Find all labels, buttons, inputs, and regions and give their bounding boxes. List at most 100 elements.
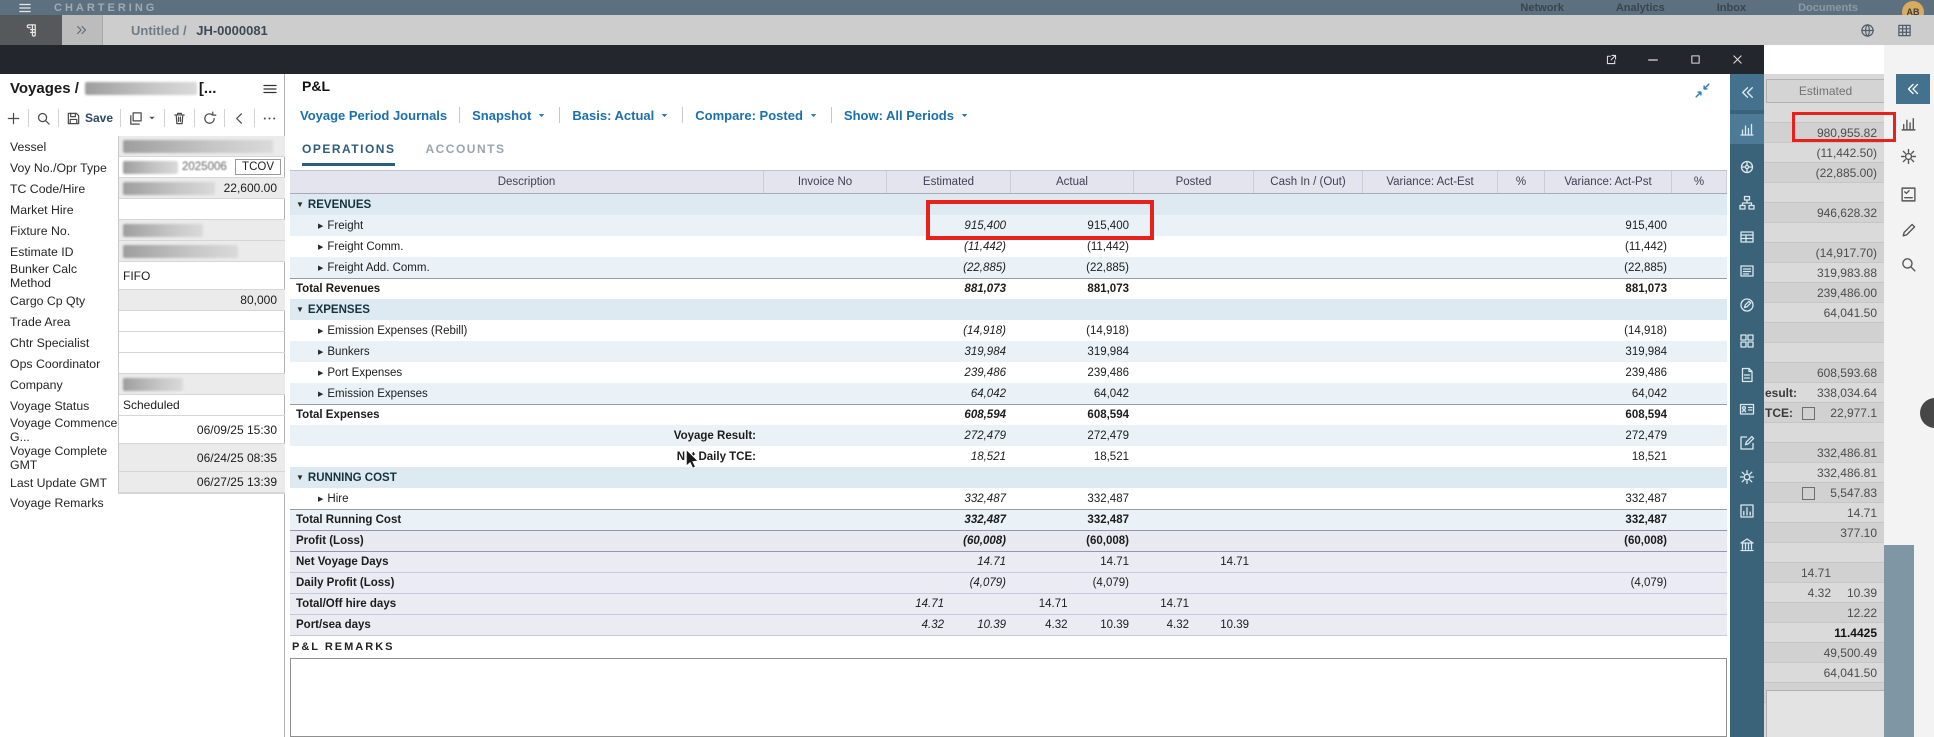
pnl-row-total-off-hire-days[interactable]: Total/Off hire days 14.71 14.71 14.71 [290,594,1727,615]
field-value-ops-coordinator[interactable] [118,353,285,374]
column-header-cash-in-out-[interactable]: Cash In / (Out) [1254,171,1363,193]
pnl-menu-voyage-period-journals[interactable]: Voyage Period Journals [300,108,447,123]
side-remarks-box[interactable] [1766,690,1885,737]
field-value-trade-area[interactable] [118,311,285,332]
expand-arrow-icon[interactable]: ▶ [318,264,323,272]
pnl-row-total-running-cost[interactable]: Total Running Cost 332,487 332,487 332,487 [290,509,1727,530]
expand-arrow-icon[interactable]: ▶ [318,390,323,398]
hamburger-icon[interactable] [18,1,32,15]
expand-tabs-icon[interactable] [62,15,103,45]
pnl-row-port-sea-days[interactable]: Port/sea days 4.32 10.39 4.32 10.39 4.32 10.39 [290,615,1727,636]
dock-edit-icon[interactable] [1730,428,1764,458]
pnl-row-total-expenses[interactable]: Total Expenses 608,594 608,594 608,594 [290,404,1727,425]
column-header-description[interactable]: Description [290,171,764,193]
top-nav-inbox[interactable]: Inbox [1717,2,1746,14]
pnl-menu-compare-posted[interactable]: Compare: Posted [695,108,819,123]
checkbox[interactable] [1802,407,1815,420]
maximize-button[interactable] [1674,45,1716,74]
field-value-fixture-no-[interactable] [118,220,285,241]
popout-button[interactable] [1590,45,1632,74]
field-value-company[interactable] [118,374,285,395]
trash-button[interactable] [172,111,187,126]
panel-menu-icon[interactable] [262,81,278,97]
expand-arrow-icon[interactable]: ▶ [318,327,323,335]
dock-gauge-icon[interactable] [1730,496,1764,526]
rail-search-icon[interactable] [1900,256,1917,273]
rail-gear-icon[interactable] [1900,148,1917,165]
column-header-invoice-no[interactable]: Invoice No [764,171,887,193]
column-header-actual[interactable]: Actual [1011,171,1134,193]
expand-arrow-icon[interactable]: ▶ [318,348,323,356]
refresh-button[interactable] [202,111,217,126]
pnl-row-hire[interactable]: ▶ Hire 332,487 332,487 332,487 [290,488,1727,509]
column-header-estimated[interactable]: Estimated [887,171,1011,193]
dock-gear-icon[interactable] [1730,462,1764,492]
field-value-cargo-cp-qty[interactable]: 80,000 [118,290,285,311]
field-value-last-update-gmt[interactable]: 06/27/25 13:39 [118,472,285,493]
expand-arrow-icon[interactable]: ▶ [318,495,323,503]
chevron-left-button[interactable] [232,111,247,126]
pnl-row-net-voyage-days[interactable]: Net Voyage Days 14.71 14.71 14.71 [290,552,1727,573]
column-header-variance-act-pst[interactable]: Variance: Act-Pst [1545,171,1672,193]
dock-table-icon[interactable] [1730,222,1764,252]
collapse-arrow-icon[interactable]: ▼ [296,200,304,209]
expand-arrow-icon[interactable]: ▶ [318,369,323,377]
dock-id-card-icon[interactable] [1730,394,1764,424]
rail-chart-icon[interactable] [1900,115,1917,132]
dock-bank-icon[interactable] [1730,530,1764,560]
field-value-tc-code-hire[interactable]: 22,600.00 [118,178,285,199]
top-nav-analytics[interactable]: Analytics [1616,2,1665,14]
checkbox[interactable] [1802,487,1815,500]
pnl-row-expenses[interactable]: ▼ EXPENSES [290,299,1727,320]
collapse-panel-icon[interactable] [1694,82,1711,99]
grid-icon[interactable] [1897,23,1912,38]
dock-chart-icon[interactable] [1730,114,1764,144]
column-header-variance-act-est[interactable]: Variance: Act-Est [1363,171,1498,193]
dock-document-icon[interactable] [1730,360,1764,390]
pnl-row-daily-profit-loss-[interactable]: Daily Profit (Loss) (4,079) (4,079) (4,079) [290,573,1727,594]
pnl-row-running-cost[interactable]: ▼ RUNNING COST [290,467,1727,488]
dock-collapse-left-icon[interactable] [1730,74,1764,110]
field-value-estimate-id[interactable] [118,241,285,262]
top-nav-network[interactable]: Network [1520,2,1563,14]
pnl-row-net-daily-tce-[interactable]: Net Daily TCE: 18,521 18,521 18,521 [290,446,1727,467]
close-button[interactable] [1716,45,1758,74]
rail-pencil-icon[interactable] [1900,222,1917,239]
field-value-vessel[interactable] [118,136,285,157]
field-value-voyage-commence-g-[interactable]: 06/09/25 15:30 [118,416,285,444]
dock-wheel-icon[interactable] [1730,152,1764,182]
pnl-menu-basis-actual[interactable]: Basis: Actual [572,108,670,123]
collapse-arrow-icon[interactable]: ▼ [296,305,304,314]
tab-accounts[interactable]: ACCOUNTS [425,142,505,166]
dock-apps-icon[interactable] [1730,326,1764,356]
save-button[interactable]: Save [66,111,113,126]
pnl-row-port-expenses[interactable]: ▶ Port Expenses 239,486 239,486 239,486 [290,362,1727,383]
copy-button[interactable] [128,111,157,126]
field-value-market-hire[interactable] [118,199,285,220]
pnl-row-bunkers[interactable]: ▶ Bunkers 319,984 319,984 319,984 [290,341,1727,362]
field-value-voyage-status[interactable]: Scheduled [118,395,285,416]
pnl-remarks-input[interactable] [290,658,1727,737]
pnl-row-freight-add-comm-[interactable]: ▶ Freight Add. Comm. (22,885) (22,885) (22,8… [290,257,1727,278]
field-value-voyage-remarks[interactable] [118,493,285,494]
dock-card-list-icon[interactable] [1730,256,1764,286]
expand-arrow-icon[interactable]: ▶ [318,243,323,251]
avatar[interactable]: AB [1902,0,1924,15]
globe-icon[interactable] [1860,23,1875,38]
pnl-menu-snapshot[interactable]: Snapshot [472,108,547,123]
minimize-button[interactable] [1632,45,1674,74]
plus-button[interactable] [6,111,21,126]
rail-checklist-icon[interactable] [1900,186,1917,203]
field-value-voy-no-opr-type[interactable]: 2025006 TCOV [118,157,285,178]
pnl-row-voyage-result-[interactable]: Voyage Result: 272,479 272,479 272,479 [290,425,1727,446]
pnl-row-total-revenues[interactable]: Total Revenues 881,073 881,073 881,073 [290,278,1727,299]
more-button[interactable] [262,111,277,126]
opr-type[interactable]: TCOV [235,159,281,175]
column-header-pct-7[interactable]: % [1498,171,1545,193]
column-header-pct-9[interactable]: % [1672,171,1727,193]
search-button[interactable] [36,111,51,126]
dock-hierarchy-icon[interactable] [1730,188,1764,218]
field-value-chtr-specialist[interactable] [118,332,285,353]
top-nav-documents[interactable]: Documents [1798,2,1858,14]
expand-arrow-icon[interactable]: ▶ [318,222,323,230]
